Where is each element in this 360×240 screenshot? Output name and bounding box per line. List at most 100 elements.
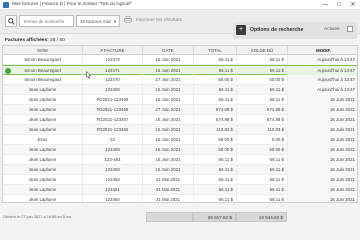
actives-checkbox[interactable] (347, 26, 353, 32)
table-row[interactable]: Jean Laplume FD2021-123468 27 Juin 2021 574… (3, 105, 357, 115)
cell-modif: 16 Juin 2021 (288, 125, 357, 135)
column-header-facture[interactable]: # FACTURE (83, 46, 143, 55)
cell-date: 16 Juin 2021 (143, 165, 194, 175)
cell-modif: 16 Juin 2021 (288, 165, 357, 175)
cell-total: 56.11 $ (194, 55, 237, 65)
invoice-table: NOM # FACTURE DATE TOTAL SOLDE DÛ MODIF.… (2, 45, 358, 203)
cell-date: 21 Mai 2021 (143, 195, 194, 202)
invoices-count-value: 25 / 50 (50, 38, 65, 43)
table-row[interactable]: Jean Laplume FD2021-123466 16 Juin 2021 113… (3, 125, 357, 135)
cell-solde: 113.83 $ (237, 125, 288, 135)
cell-facture: FD2021-123468 (83, 105, 143, 115)
cell-modif: Aujourd'hui à 13:47 (288, 75, 357, 85)
cell-solde: 56.11 $ (237, 165, 288, 175)
cell-modif: 16 Juin 2021 (288, 95, 357, 105)
actives-label: Actives (324, 27, 340, 32)
cell-facture: 123465 (83, 145, 143, 155)
table-row[interactable]: Esso 12 16 Juin 2021 55.00 $0.00 $16 Juin 2… (3, 135, 357, 145)
table-row[interactable]: Jean Laplume FD2021-123469 16 Juin 2021 56.… (3, 95, 357, 105)
cell-solde: 56.11 $ (237, 55, 288, 65)
cell-modif: Aujourd'hui à 13:47 (288, 55, 357, 65)
cell-date: 27 Juin 2021 (143, 105, 194, 115)
printer-icon (124, 16, 132, 24)
cell-date: 16 Juin 2021 (143, 95, 194, 105)
cell-facture: 123465 (83, 85, 143, 95)
cell-nom: Simon Beauregard (3, 75, 83, 85)
cell-nom: Jean Laplume (3, 95, 83, 105)
solde-sum: 13 644.82 $ (236, 212, 287, 222)
max-results-select[interactable]: 25 factures max ▼ (76, 15, 120, 27)
generated-info: Généré le 27 juin 2021 à 16:55 en 5 ms (3, 214, 72, 219)
table-row[interactable]: Simon Beauregard 123472 16 Juin 2021 56.11 … (3, 55, 357, 65)
search-icon (8, 18, 15, 25)
cell-solde: 50.00 $ (237, 145, 288, 155)
invoices-count: Factures affichées: 25 / 50 (5, 38, 65, 43)
cell-total: 56.11 $ (194, 185, 237, 195)
minimize-button[interactable]: — (318, 0, 332, 10)
table-row[interactable]: Jean Laplume 123462 21 Mai 2021 56.11 $56.1… (3, 175, 357, 185)
cell-facture: 123461 (83, 185, 143, 195)
cell-modif: 16 Juin 2021 (288, 185, 357, 195)
table-header: NOM # FACTURE DATE TOTAL SOLDE DÛ MODIF. (3, 46, 357, 55)
cell-solde: 574.88 $ (237, 115, 288, 125)
cell-nom: Jean Laplume (3, 105, 83, 115)
total-sum: 26 817.62 $ (193, 212, 236, 222)
status-footer: Généré le 27 juin 2021 à 16:55 en 5 ms 2… (0, 210, 360, 223)
table-row[interactable]: Jean Laplume 123465 16 Juin 2021 56.11 $56.… (3, 85, 357, 95)
cell-date: 16 Juin 2021 (143, 55, 194, 65)
cell-modif: Aujourd'hui à 13:47 (288, 85, 357, 95)
column-header-solde[interactable]: SOLDE DÛ (237, 46, 288, 55)
cell-nom: Jean Laplume (3, 175, 83, 185)
search-input[interactable]: Termes de recherche (19, 15, 74, 27)
cell-date: 16 Juin 2021 (143, 145, 194, 155)
cell-total: 50.00 $ (194, 75, 237, 85)
column-header-date[interactable]: DATE (143, 46, 194, 55)
print-results-button[interactable]: Imprimer les résultats (124, 15, 182, 27)
cell-nom: Jean Laplume (3, 185, 83, 195)
column-header-modif[interactable]: MODIF. (288, 46, 357, 55)
cell-total: 574.88 $ (194, 115, 237, 125)
table-row[interactable]: Jean Laplume 123465 16 Juin 2021 50.00 $50.… (3, 145, 357, 155)
cell-facture: 123-464 (83, 155, 143, 165)
cell-solde: 574.88 $ (237, 105, 288, 115)
cell-date: 21 Mai 2021 (143, 185, 194, 195)
cell-modif: 16 Juin 2021 (288, 115, 357, 125)
cell-facture: 123460 (83, 195, 143, 202)
expand-options-button[interactable]: + (236, 25, 246, 35)
table-row[interactable]: Jean Laplume 123463 16 Juin 2021 56.11 $56.… (3, 165, 357, 175)
window-title: Mes factures | Finance D | Pour le dossi… (12, 1, 133, 6)
cell-facture: FD2021-123467 (83, 115, 143, 125)
cell-total: 56.11 $ (194, 85, 237, 95)
cell-total: 56.11 $ (194, 95, 237, 105)
cell-nom: Jean Laplume (3, 125, 83, 135)
column-header-nom[interactable]: NOM (3, 46, 83, 55)
cell-facture: 123463 (83, 165, 143, 175)
cell-nom: Jean Laplume (3, 165, 83, 175)
cell-facture: 123470 (83, 75, 143, 85)
table-row[interactable]: Jean Laplume 123461 21 Mai 2021 56.11 $56.1… (3, 185, 357, 195)
app-icon (3, 2, 9, 8)
cell-modif: 16 Juin 2021 (288, 105, 357, 115)
cell-nom: Jean Laplume (3, 115, 83, 125)
cell-total: 574.88 $ (194, 105, 237, 115)
table-row[interactable]: Jean Laplume FD2021-123467 16 Juin 2021 574… (3, 115, 357, 125)
cell-modif: 16 Juin 2021 (288, 195, 357, 202)
close-button[interactable]: ✕ (346, 0, 360, 10)
table-row[interactable]: Jean Laplume 123-464 15 Juin 2021 56.11 $56… (3, 155, 357, 165)
maximize-button[interactable]: □ (332, 0, 346, 10)
table-row[interactable]: Simon Beauregard 123470 27 Juin 2021 50.00 … (3, 75, 357, 85)
cell-modif: 16 Juin 2021 (288, 135, 357, 145)
cell-nom: Jean Laplume (3, 145, 83, 155)
cell-solde: 56.11 $ (237, 175, 288, 185)
search-button[interactable] (5, 15, 17, 27)
table-row[interactable]: Simon Beauregard 123471 16 Juin 2021 56.11 … (3, 65, 357, 76)
cell-total: 56.11 $ (194, 195, 237, 202)
cell-nom: Jean Laplume (3, 85, 83, 95)
column-header-total[interactable]: TOTAL (194, 46, 237, 55)
cell-nom: Simon Beauregard (3, 55, 83, 65)
cell-solde: 0.00 $ (237, 135, 288, 145)
table-row[interactable]: Jean Laplume 123460 21 Mai 2021 56.11 $56.1… (3, 195, 357, 202)
cell-solde: 56.11 $ (237, 155, 288, 165)
chevron-down-icon: ▼ (113, 19, 117, 24)
cell-date: 27 Juin 2021 (143, 75, 194, 85)
